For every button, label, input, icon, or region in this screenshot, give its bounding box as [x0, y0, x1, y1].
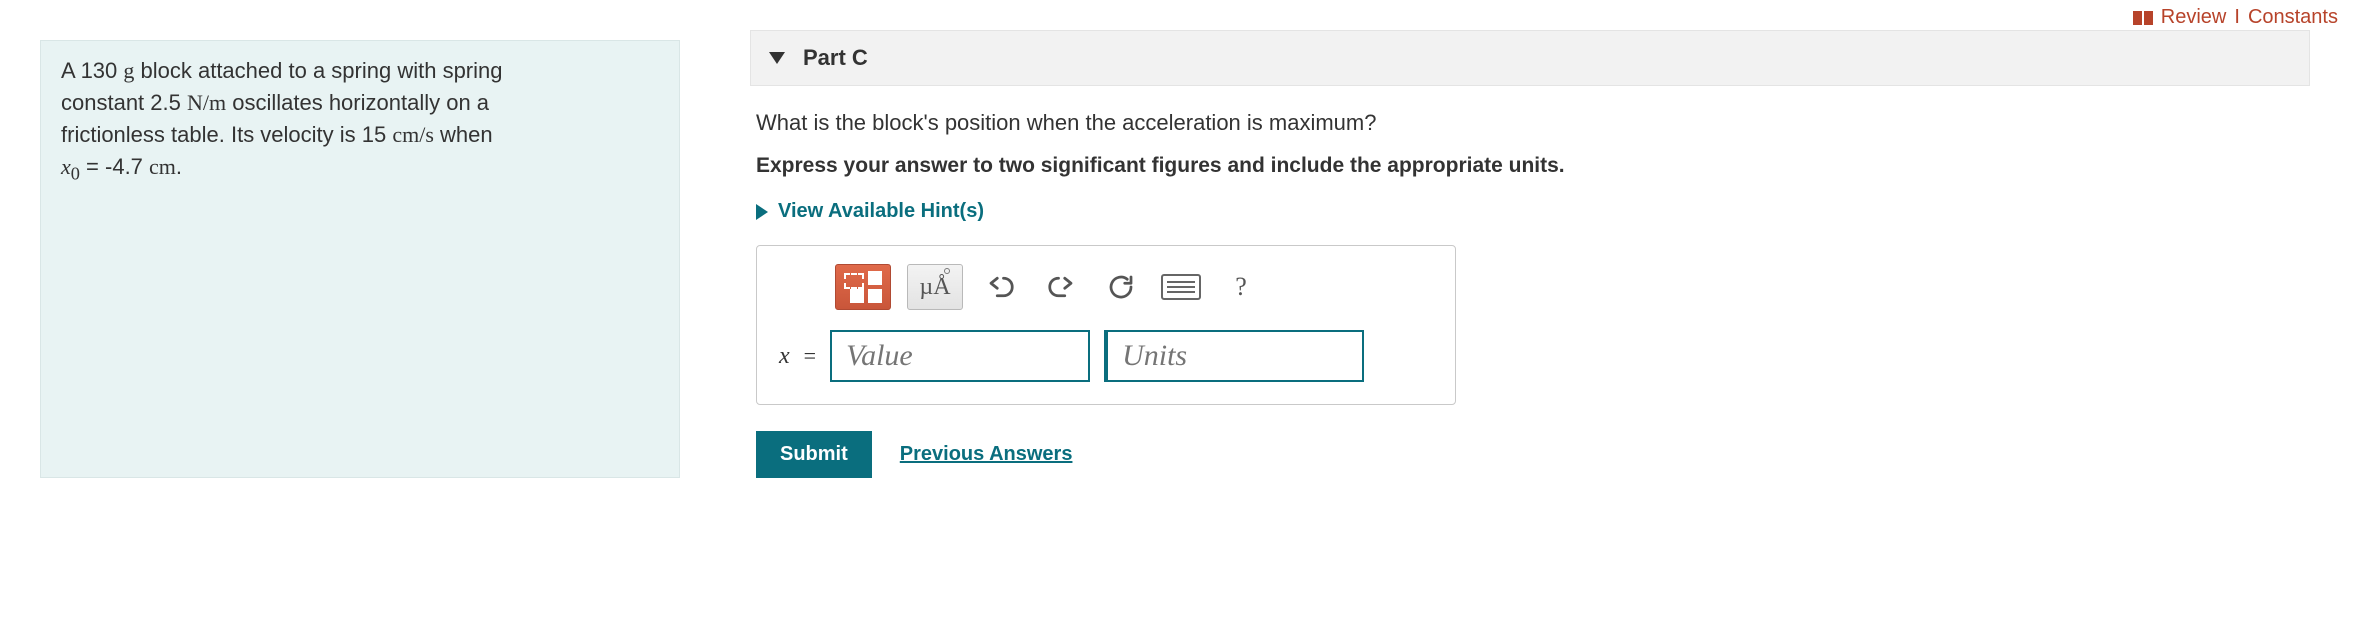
part-label: Part C: [803, 45, 868, 71]
value-input[interactable]: [830, 330, 1090, 382]
hints-label: View Available Hint(s): [778, 200, 984, 223]
reset-icon: [1106, 272, 1136, 302]
problem-text: block attached to a spring with spring: [134, 58, 502, 83]
equals-sign: =: [804, 343, 816, 369]
review-link[interactable]: Review: [2161, 6, 2227, 29]
units-symbol: µÅ: [919, 274, 950, 301]
unit-nm: N/m: [187, 90, 226, 115]
answer-input-row: x =: [779, 330, 1433, 382]
view-hints[interactable]: View Available Hint(s): [756, 200, 2304, 223]
question-text: What is the block's position when the ac…: [756, 110, 2304, 136]
keyboard-icon: [1161, 274, 1201, 300]
unit-cm: cm: [149, 154, 176, 179]
collapse-icon: [769, 52, 785, 64]
unit-cms: cm/s: [392, 122, 434, 147]
problem-text: constant 2.5: [61, 90, 187, 115]
var-x: x: [61, 154, 71, 179]
answer-box: µÅ ?: [756, 245, 1456, 405]
submit-row: Submit Previous Answers: [756, 431, 2304, 478]
instructions-text: Express your answer to two significant f…: [756, 154, 2304, 178]
problem-text: = -4.7: [80, 154, 149, 179]
units-button[interactable]: µÅ: [907, 264, 963, 310]
submit-button[interactable]: Submit: [756, 431, 872, 478]
problem-statement: A 130 g block attached to a spring with …: [40, 40, 680, 478]
keyboard-button[interactable]: [1159, 265, 1203, 309]
previous-answers-link[interactable]: Previous Answers: [900, 443, 1073, 466]
help-button[interactable]: ?: [1219, 265, 1263, 309]
answer-variable: x: [779, 343, 790, 370]
redo-icon: [1046, 272, 1076, 302]
units-input[interactable]: [1104, 330, 1364, 382]
problem-text: oscillates horizontally on a: [226, 90, 489, 115]
book-icon: [2133, 11, 2153, 25]
unit-g: g: [123, 58, 134, 83]
problem-text: when: [434, 122, 493, 147]
undo-button[interactable]: [979, 265, 1023, 309]
problem-text: frictionless table. Its velocity is 15: [61, 122, 392, 147]
expand-icon: [756, 204, 768, 220]
part-header[interactable]: Part C: [750, 30, 2310, 86]
reset-button[interactable]: [1099, 265, 1143, 309]
constants-link[interactable]: Constants: [2248, 6, 2338, 29]
problem-text: A 130: [61, 58, 123, 83]
redo-button[interactable]: [1039, 265, 1083, 309]
answer-toolbar: µÅ ?: [835, 264, 1433, 310]
ring-accent-icon: [944, 268, 950, 274]
problem-text: .: [176, 154, 182, 179]
subscript-0: 0: [71, 163, 80, 183]
separator: I: [2234, 6, 2240, 29]
undo-icon: [986, 272, 1016, 302]
part-body: What is the block's position when the ac…: [750, 110, 2310, 478]
top-links: Review I Constants: [2133, 6, 2338, 29]
template-button[interactable]: [835, 264, 891, 310]
